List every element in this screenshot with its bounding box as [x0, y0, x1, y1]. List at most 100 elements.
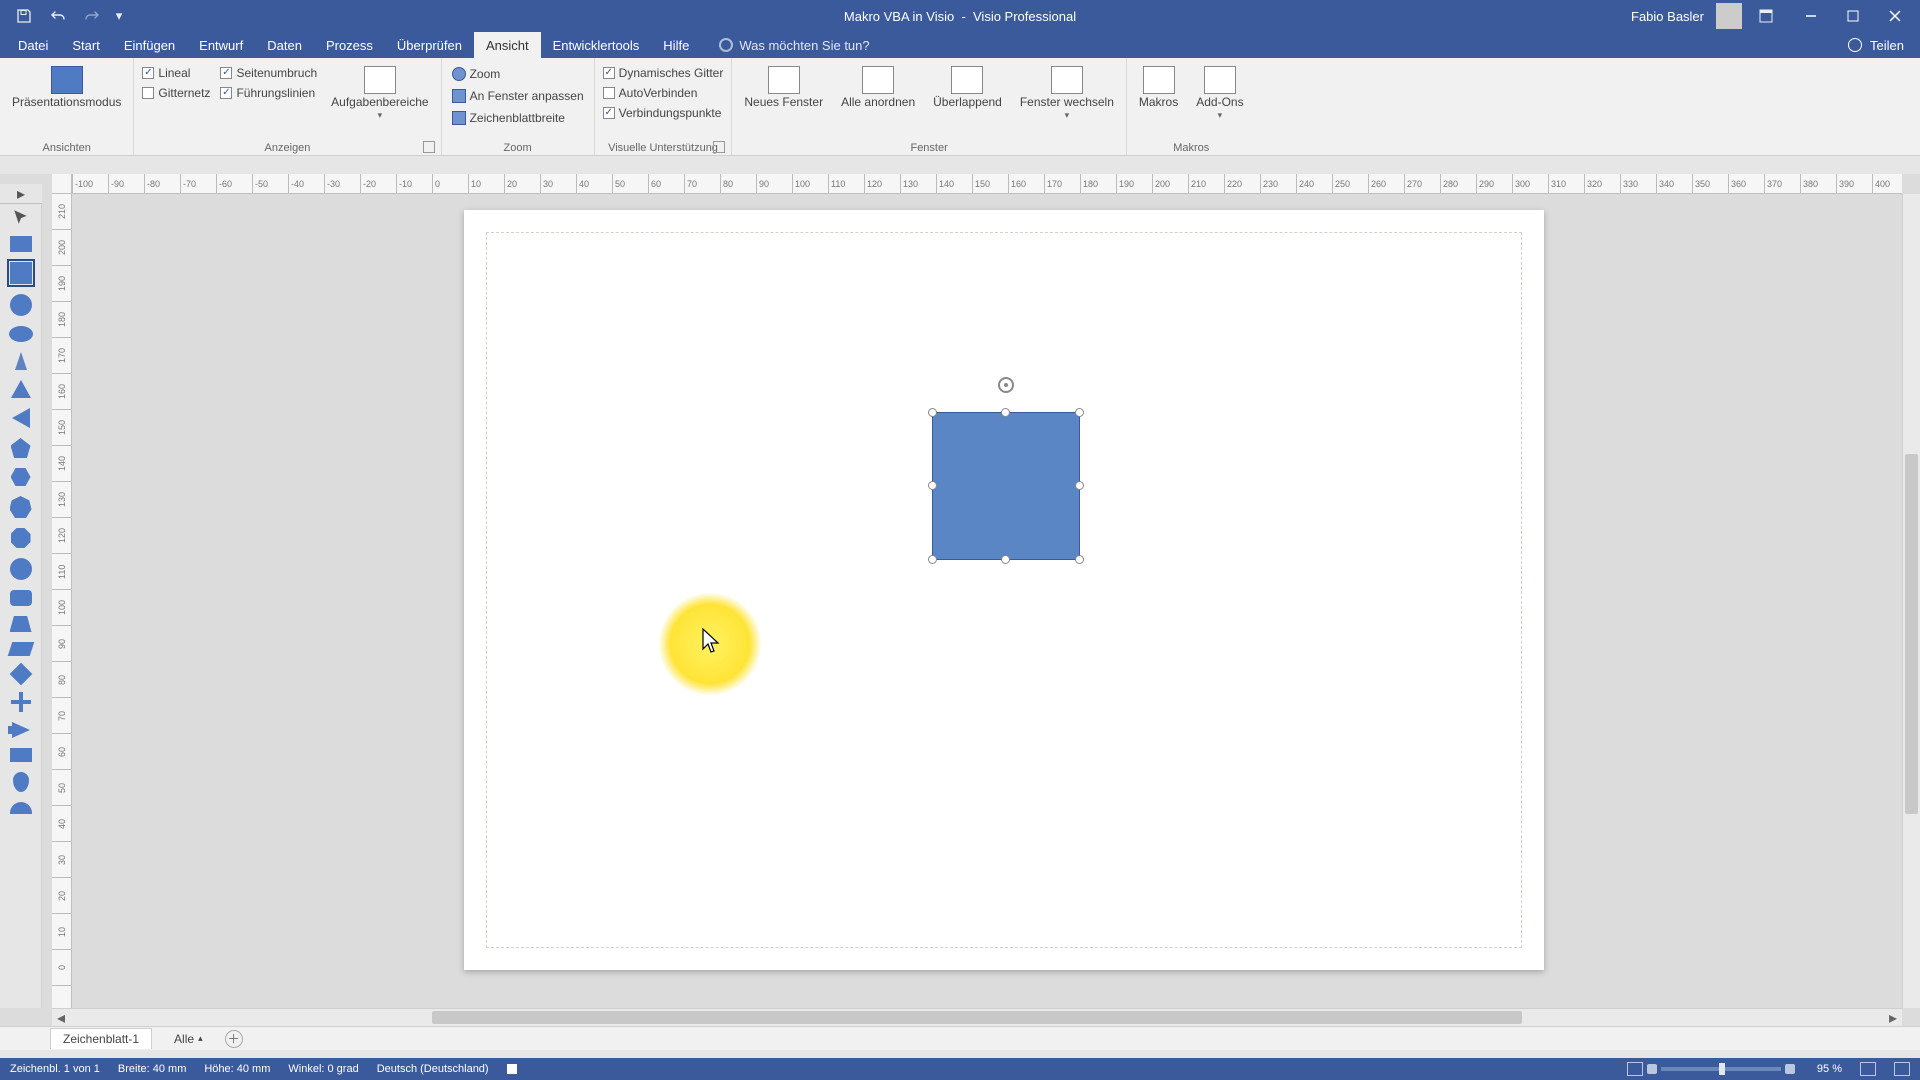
resize-handle-l[interactable] [928, 481, 937, 490]
drawing-page[interactable] [464, 210, 1544, 970]
scroll-thumb[interactable] [1905, 454, 1918, 814]
ribbon-tab-ansicht[interactable]: Ansicht [474, 32, 541, 58]
shape-decagon[interactable] [10, 558, 32, 580]
resize-handle-t[interactable] [1001, 408, 1010, 417]
add-sheet-button[interactable]: ＋ [225, 1030, 243, 1048]
tell-me-search[interactable]: Was möchten Sie tun? [719, 32, 869, 58]
dialog-launcher-icon[interactable] [713, 141, 725, 153]
shape-octagon[interactable] [11, 528, 31, 548]
checkbox-lineal[interactable]: Lineal [142, 66, 210, 80]
task-panes-button[interactable]: Aufgabenbereiche ▾ [325, 62, 434, 125]
checkbox-verbindungspunkte[interactable]: Verbindungspunkte [603, 106, 724, 120]
checkbox-dynamisches-gitter[interactable]: Dynamisches Gitter [603, 66, 724, 80]
ribbon-tab-überprüfen[interactable]: Überprüfen [385, 32, 474, 58]
status-page: Zeichenbl. 1 von 1 [10, 1063, 100, 1075]
new-window-button[interactable]: Neues Fenster [738, 62, 829, 113]
checkbox-autoverbinden[interactable]: AutoVerbinden [603, 86, 724, 100]
scroll-right-icon[interactable]: ▸ [1884, 1009, 1902, 1026]
shape-cross[interactable] [11, 692, 31, 712]
checkbox-gitternetz[interactable]: Gitternetz [142, 86, 210, 100]
resize-handle-bl[interactable] [928, 555, 937, 564]
checkbox-seitenumbruch[interactable]: Seitenumbruch [220, 66, 317, 80]
macros-button[interactable]: Makros [1133, 62, 1184, 113]
fit-window-button[interactable]: An Fenster anpassen [450, 88, 586, 104]
maximize-button[interactable] [1832, 0, 1874, 32]
status-language[interactable]: Deutsch (Deutschland) [377, 1063, 489, 1075]
ribbon-tab-entwicklertools[interactable]: Entwicklertools [541, 32, 652, 58]
pointer-tool-icon[interactable] [12, 208, 30, 226]
rotate-handle[interactable] [998, 377, 1014, 393]
sheet-tab-selector[interactable]: Alle ▴ [166, 1029, 211, 1049]
checkbox-fuehrungslinien[interactable]: Führungslinien [220, 86, 317, 100]
user-name[interactable]: Fabio Basler [1631, 9, 1704, 24]
ribbon-tab-daten[interactable]: Daten [255, 32, 314, 58]
shape-square[interactable] [10, 262, 32, 284]
ribbon-tab-hilfe[interactable]: Hilfe [651, 32, 701, 58]
switch-window-button[interactable]: Fenster wechseln▾ [1014, 62, 1120, 125]
zoom-thumb[interactable] [1719, 1063, 1725, 1075]
share-button[interactable]: Teilen [1870, 38, 1904, 53]
vertical-scrollbar[interactable] [1902, 194, 1920, 1008]
ruler-corner[interactable] [52, 174, 72, 194]
shape-drop[interactable] [13, 772, 29, 792]
redo-icon[interactable] [80, 4, 104, 28]
arrange-all-button[interactable]: Alle anordnen [835, 62, 921, 113]
qat-customize-icon[interactable]: ▾ [114, 4, 124, 28]
close-button[interactable] [1874, 0, 1916, 32]
save-icon[interactable] [12, 4, 36, 28]
horizontal-scrollbar[interactable]: ◂ ▸ [52, 1008, 1902, 1026]
scroll-left-icon[interactable]: ◂ [52, 1009, 70, 1026]
undo-icon[interactable] [46, 4, 70, 28]
fit-page-icon[interactable] [1860, 1062, 1876, 1076]
shape-chord[interactable] [10, 802, 32, 814]
addons-button[interactable]: Add-Ons▾ [1190, 62, 1249, 125]
shape-triangle[interactable] [11, 380, 31, 398]
shape-arrow-right[interactable] [12, 722, 30, 738]
vertical-ruler[interactable]: 2102001901801701601501401301201101009080… [52, 194, 72, 1008]
scroll-thumb[interactable] [432, 1011, 1522, 1024]
resize-handle-r[interactable] [1075, 481, 1084, 490]
shape-can[interactable] [10, 590, 32, 606]
drawing-canvas[interactable] [72, 194, 1902, 1008]
ribbon-tab-einfügen[interactable]: Einfügen [112, 32, 187, 58]
minimize-button[interactable] [1790, 0, 1832, 32]
pan-zoom-window-icon[interactable] [1894, 1062, 1910, 1076]
sheet-tab-active[interactable]: Zeichenblatt-1 [50, 1028, 152, 1049]
resize-handle-tr[interactable] [1075, 408, 1084, 417]
cascade-button[interactable]: Überlappend [927, 62, 1008, 113]
macro-recording-icon[interactable] [507, 1064, 517, 1074]
ribbon-tab-entwurf[interactable]: Entwurf [187, 32, 255, 58]
page-width-button[interactable]: Zeichenblattbreite [450, 110, 586, 126]
shape-circle[interactable] [10, 294, 32, 316]
ribbon-tab-datei[interactable]: Datei [6, 32, 60, 58]
checkbox-icon [142, 67, 154, 79]
shape-diamond[interactable] [9, 663, 32, 686]
ribbon-tab-start[interactable]: Start [60, 32, 111, 58]
shape-pentagon[interactable] [11, 438, 31, 458]
shape-heptagon[interactable] [10, 496, 32, 518]
shape-triangle-tall[interactable] [15, 352, 27, 370]
title-bar: ▾ Makro VBA in Visio - Visio Professiona… [0, 0, 1920, 32]
zoom-level[interactable]: 95 % [1817, 1063, 1842, 1075]
shape-cube[interactable] [10, 748, 32, 762]
zoom-slider[interactable] [1661, 1067, 1781, 1071]
presentation-mode-button[interactable]: Präsentationsmodus [6, 62, 127, 113]
horizontal-ruler[interactable]: -100-90-80-70-60-50-40-30-20-10010203040… [72, 174, 1902, 194]
shapes-pane-toggle[interactable]: ▸ [0, 184, 42, 204]
shape-parallelogram[interactable] [7, 642, 34, 656]
present-view-icon[interactable] [1627, 1062, 1643, 1076]
shape-trapezoid[interactable] [10, 616, 32, 632]
ribbon-tab-prozess[interactable]: Prozess [314, 32, 385, 58]
shape-rectangle[interactable] [10, 236, 32, 252]
ribbon-display-options-icon[interactable] [1754, 4, 1778, 28]
zoom-button[interactable]: Zoom [450, 66, 586, 82]
shape-hexagon[interactable] [11, 468, 31, 486]
resize-handle-tl[interactable] [928, 408, 937, 417]
resize-handle-b[interactable] [1001, 555, 1010, 564]
resize-handle-br[interactable] [1075, 555, 1084, 564]
user-avatar[interactable] [1716, 3, 1742, 29]
selected-rectangle-shape[interactable] [932, 412, 1080, 560]
dialog-launcher-icon[interactable] [423, 141, 435, 153]
shape-ellipse[interactable] [9, 326, 33, 342]
shape-triangle-right[interactable] [12, 408, 30, 428]
